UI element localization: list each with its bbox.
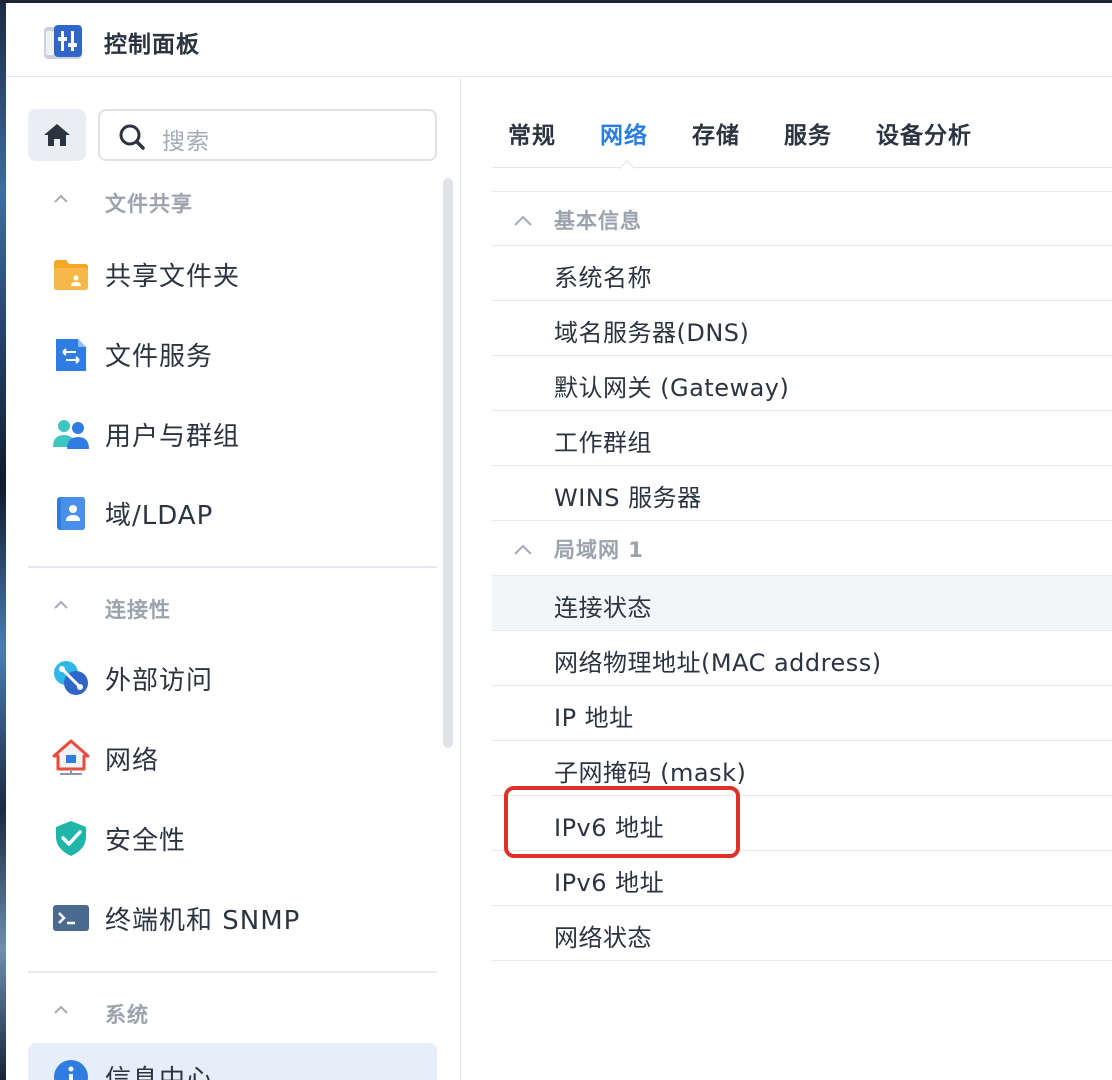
tab-network[interactable]: 网络 bbox=[600, 116, 648, 150]
group-header-lan-1[interactable]: 局域网 1 bbox=[492, 521, 1112, 576]
home-icon bbox=[44, 124, 70, 146]
domain-ldap-icon bbox=[57, 497, 85, 530]
chevron-up-icon bbox=[514, 544, 532, 555]
info-row-connection-status: 连接状态 bbox=[492, 576, 1112, 631]
sidebar-item-label: 域/LDAP bbox=[105, 501, 214, 531]
sidebar-item-info-center[interactable]: 信息中心 bbox=[28, 1043, 437, 1080]
title-bar: 控制面板 bbox=[6, 3, 1112, 77]
sidebar-item-terminal-snmp[interactable]: 终端机和 SNMP bbox=[28, 884, 437, 950]
tab-services[interactable]: 服务 bbox=[784, 116, 832, 150]
chevron-up-icon bbox=[514, 215, 532, 226]
control-panel-app-icon bbox=[42, 23, 84, 61]
shared-folder-icon bbox=[54, 260, 88, 290]
info-row-ipv6-address-2: IPv6 地址 bbox=[492, 851, 1112, 906]
sidebar-item-network[interactable]: 网络 bbox=[28, 724, 437, 790]
sidebar-item-label: 用户与群组 bbox=[105, 422, 241, 452]
row-label: 子网掩码 (mask) bbox=[554, 759, 747, 787]
row-label: 默认网关 (Gateway) bbox=[554, 374, 790, 402]
info-row-ip-address: IP 地址 bbox=[492, 686, 1112, 741]
search-placeholder: 搜索 bbox=[162, 129, 210, 155]
row-label: 网络物理地址(MAC address) bbox=[554, 649, 882, 677]
tab-general[interactable]: 常规 bbox=[508, 116, 556, 150]
row-label: 连接状态 bbox=[554, 594, 652, 622]
section-title: 文件共享 bbox=[105, 192, 193, 216]
row-label: 网络状态 bbox=[554, 924, 652, 952]
info-row-workgroup: 工作群组 bbox=[492, 411, 1112, 466]
sidebar-item-security[interactable]: 安全性 bbox=[28, 804, 437, 870]
sidebar-item-label: 文件服务 bbox=[105, 342, 214, 372]
external-access-icon bbox=[54, 661, 88, 695]
info-row-wins-server: WINS 服务器 bbox=[492, 466, 1112, 521]
home-button[interactable] bbox=[28, 109, 86, 161]
sidebar-item-label: 安全性 bbox=[105, 826, 187, 856]
sidebar-item-external-access[interactable]: 外部访问 bbox=[28, 644, 437, 710]
search-input[interactable]: 搜索 bbox=[98, 109, 437, 161]
chevron-up-icon bbox=[54, 1005, 68, 1014]
tab-device-analysis[interactable]: 设备分析 bbox=[876, 116, 972, 150]
annotation-highlight-box bbox=[504, 786, 740, 858]
row-label: 域名服务器(DNS) bbox=[554, 319, 750, 347]
sidebar-item-shared-folder[interactable]: 共享文件夹 bbox=[28, 240, 437, 306]
security-shield-icon bbox=[56, 821, 86, 856]
network-icon bbox=[52, 739, 90, 775]
active-tab-indicator bbox=[619, 160, 635, 169]
sidebar-item-label: 共享文件夹 bbox=[105, 262, 241, 292]
tab-storage[interactable]: 存储 bbox=[692, 116, 740, 150]
sidebar-item-users-groups[interactable]: 用户与群组 bbox=[28, 400, 437, 466]
sidebar-item-label: 终端机和 SNMP bbox=[105, 906, 301, 936]
sidebar: 搜索 文件共享 共享文件夹 文件服务 用户与群组 域/LDAP 连接性 外部访问… bbox=[6, 78, 461, 1080]
terminal-icon bbox=[53, 905, 89, 931]
group-title: 局域网 1 bbox=[554, 538, 644, 562]
row-label: IPv6 地址 bbox=[554, 869, 665, 897]
window-title: 控制面板 bbox=[104, 32, 200, 58]
info-row-dns: 域名服务器(DNS) bbox=[492, 301, 1112, 356]
row-label: IP 地址 bbox=[554, 704, 634, 732]
info-row-network-status: 网络状态 bbox=[492, 906, 1112, 961]
info-center-icon bbox=[54, 1060, 88, 1080]
sidebar-item-domain-ldap[interactable]: 域/LDAP bbox=[28, 479, 437, 545]
info-row-system-name: 系统名称 bbox=[492, 246, 1112, 301]
section-divider bbox=[28, 971, 437, 973]
sidebar-item-label: 外部访问 bbox=[105, 666, 214, 696]
row-label: WINS 服务器 bbox=[554, 484, 702, 512]
info-row-mac-address: 网络物理地址(MAC address) bbox=[492, 631, 1112, 686]
section-title: 系统 bbox=[105, 1003, 149, 1027]
control-panel-window: 控制面板 搜索 文件共享 共享文件夹 文件服务 用户与群组 域/LDAP 连接性… bbox=[6, 3, 1112, 1080]
row-label: 工作群组 bbox=[554, 429, 652, 457]
sidebar-scrollbar[interactable] bbox=[443, 178, 453, 748]
file-services-icon bbox=[56, 339, 86, 371]
sidebar-item-file-services[interactable]: 文件服务 bbox=[28, 320, 437, 386]
sidebar-item-label: 信息中心 bbox=[105, 1065, 214, 1080]
section-title: 连接性 bbox=[105, 598, 171, 622]
users-groups-icon bbox=[53, 420, 89, 449]
tab-bar: 常规 网络 存储 服务 设备分析 bbox=[492, 78, 1112, 169]
section-divider bbox=[28, 566, 437, 568]
sidebar-item-label: 网络 bbox=[105, 746, 160, 776]
chevron-up-icon bbox=[54, 600, 68, 609]
group-header-basic-info[interactable]: 基本信息 bbox=[492, 191, 1112, 246]
main-content: 常规 网络 存储 服务 设备分析 基本信息 系统名称 域名服务器(DNS) 默认… bbox=[462, 78, 1112, 1080]
row-label: 系统名称 bbox=[554, 264, 652, 292]
info-row-gateway: 默认网关 (Gateway) bbox=[492, 356, 1112, 411]
group-title: 基本信息 bbox=[554, 209, 642, 233]
search-icon bbox=[119, 124, 145, 150]
chevron-up-icon bbox=[54, 194, 68, 203]
